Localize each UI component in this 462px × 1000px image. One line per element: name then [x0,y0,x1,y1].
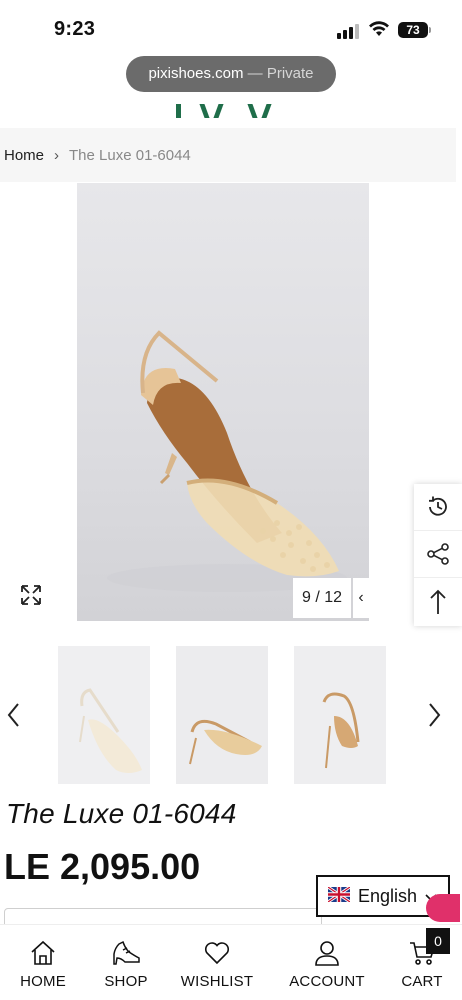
url-private-label: Private [266,65,314,82]
side-toolbar [414,484,462,626]
breadcrumb-current: The Luxe 01-6044 [69,146,191,164]
nav-home[interactable]: HOME [14,925,72,1000]
site-logo[interactable] [172,104,282,118]
nav-account-label: ACCOUNT [289,973,365,990]
url-domain: pixishoes.com [148,65,244,82]
heart-icon [203,939,231,967]
language-label: English [358,885,418,906]
wifi-icon [368,20,390,43]
product-price: LE 2,095.00 [4,846,201,887]
thumbnails-next-button[interactable] [424,700,444,730]
shoe-thumbnail-2[interactable] [176,646,268,784]
image-counter: 9 / 12 [293,578,351,618]
nav-home-label: HOME [20,973,66,990]
url-bar[interactable]: pixishoes.com — Private [126,56,336,92]
back-to-top-icon[interactable] [414,578,462,625]
home-icon [29,939,57,967]
nav-wishlist[interactable]: WISHLIST [180,925,254,1000]
user-icon [313,939,341,967]
cellular-signal-icon [337,24,359,39]
nav-cart-label: CART [401,973,443,990]
battery-icon: 73 [398,22,428,38]
shoe-icon [111,939,141,967]
history-icon[interactable] [414,484,462,531]
nav-wishlist-label: WISHLIST [180,973,254,990]
shoe-thumbnail-1[interactable] [58,646,150,784]
product-main-image[interactable] [77,183,369,621]
chat-widget-button[interactable] [426,894,460,922]
nav-account[interactable]: ACCOUNT [288,925,366,1000]
breadcrumb: Home › The Luxe 01-6044 [0,128,456,182]
expand-icon[interactable] [18,582,44,608]
url-separator: — [243,65,267,82]
chevron-right-icon: › [54,146,60,164]
share-icon[interactable] [414,531,462,578]
nav-shop-label: SHOP [104,973,148,990]
status-bar: 9:23 73 [0,0,462,60]
nav-shop[interactable]: SHOP [96,925,156,1000]
uk-flag-icon [327,885,351,907]
shoe-thumbnail-3[interactable] [294,646,386,784]
thumbnails-prev-button[interactable] [4,700,24,730]
status-time: 9:23 [54,18,96,40]
battery-nub [429,27,431,33]
cart-count-badge: 0 [426,928,450,954]
previous-image-button[interactable]: ‹ [353,578,369,618]
bottom-navigation: HOME SHOP WISHLIST ACCOUNT CART [0,924,462,1000]
breadcrumb-home-link[interactable]: Home [4,147,44,164]
product-title: The Luxe 01-6044 [6,798,237,829]
